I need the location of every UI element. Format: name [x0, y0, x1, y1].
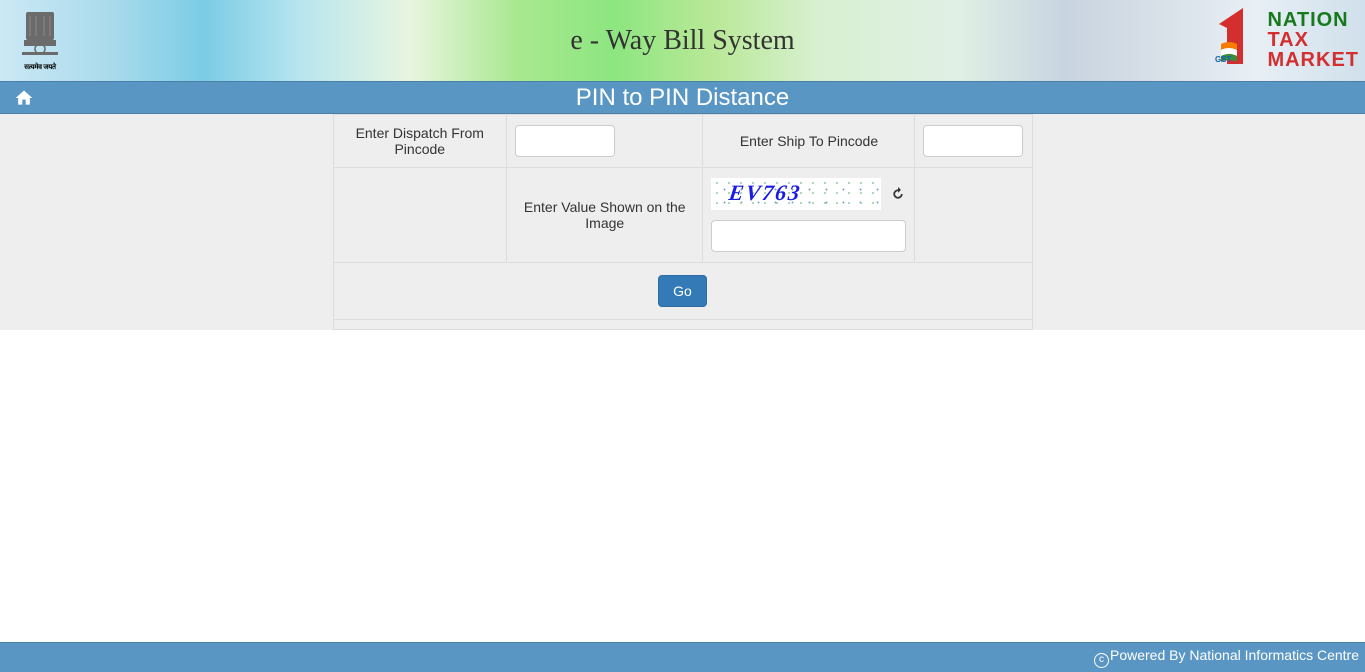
emblem-icon [12, 4, 68, 60]
page-title: PIN to PIN Distance [0, 84, 1365, 112]
captcha-label: Enter Value Shown on the Image [507, 168, 703, 263]
svg-text:GST: GST [1215, 55, 1232, 64]
content-area: Enter Dispatch From Pincode Enter Ship T… [0, 114, 1365, 330]
refresh-captcha-icon[interactable] [891, 187, 905, 201]
nation-tax-market-logo: GST NATION TAX MARKET [1213, 4, 1359, 76]
dispatch-label: Enter Dispatch From Pincode [333, 115, 507, 168]
footer: cPowered By National Informatics Centre [0, 642, 1365, 672]
emblem-motto: सत्यमेव जयते [8, 63, 72, 72]
header-banner: सत्यमेव जयते e - Way Bill System GST NAT… [0, 0, 1365, 81]
logo-word-market: MARKET [1267, 50, 1359, 70]
pincode-row: Enter Dispatch From Pincode Enter Ship T… [333, 115, 1032, 168]
emblem-logo: सत्यमेव जयते [8, 4, 72, 76]
dispatch-pincode-input[interactable] [515, 125, 615, 157]
logo-one-icon: GST [1213, 4, 1265, 77]
captcha-row: Enter Value Shown on the Image EV763 [333, 168, 1032, 263]
logo-word-nation: NATION [1267, 10, 1359, 30]
form-table: Enter Dispatch From Pincode Enter Ship T… [333, 114, 1033, 330]
captcha-text: EV763 [728, 180, 804, 206]
header-title: e - Way Bill System [570, 25, 794, 57]
nav-bar: PIN to PIN Distance [0, 81, 1365, 114]
spacer-row [333, 320, 1032, 330]
shipto-label: Enter Ship To Pincode [703, 115, 915, 168]
copyright-icon: c [1094, 653, 1109, 668]
home-icon[interactable] [14, 88, 34, 108]
go-button[interactable]: Go [658, 275, 707, 307]
footer-text: Powered By National Informatics Centre [1110, 647, 1359, 663]
logo-text: NATION TAX MARKET [1267, 10, 1359, 70]
captcha-image: EV763 [711, 178, 881, 210]
logo-word-tax: TAX [1267, 30, 1359, 50]
submit-row: Go [333, 263, 1032, 320]
shipto-pincode-input[interactable] [923, 125, 1023, 157]
captcha-input[interactable] [711, 220, 906, 252]
